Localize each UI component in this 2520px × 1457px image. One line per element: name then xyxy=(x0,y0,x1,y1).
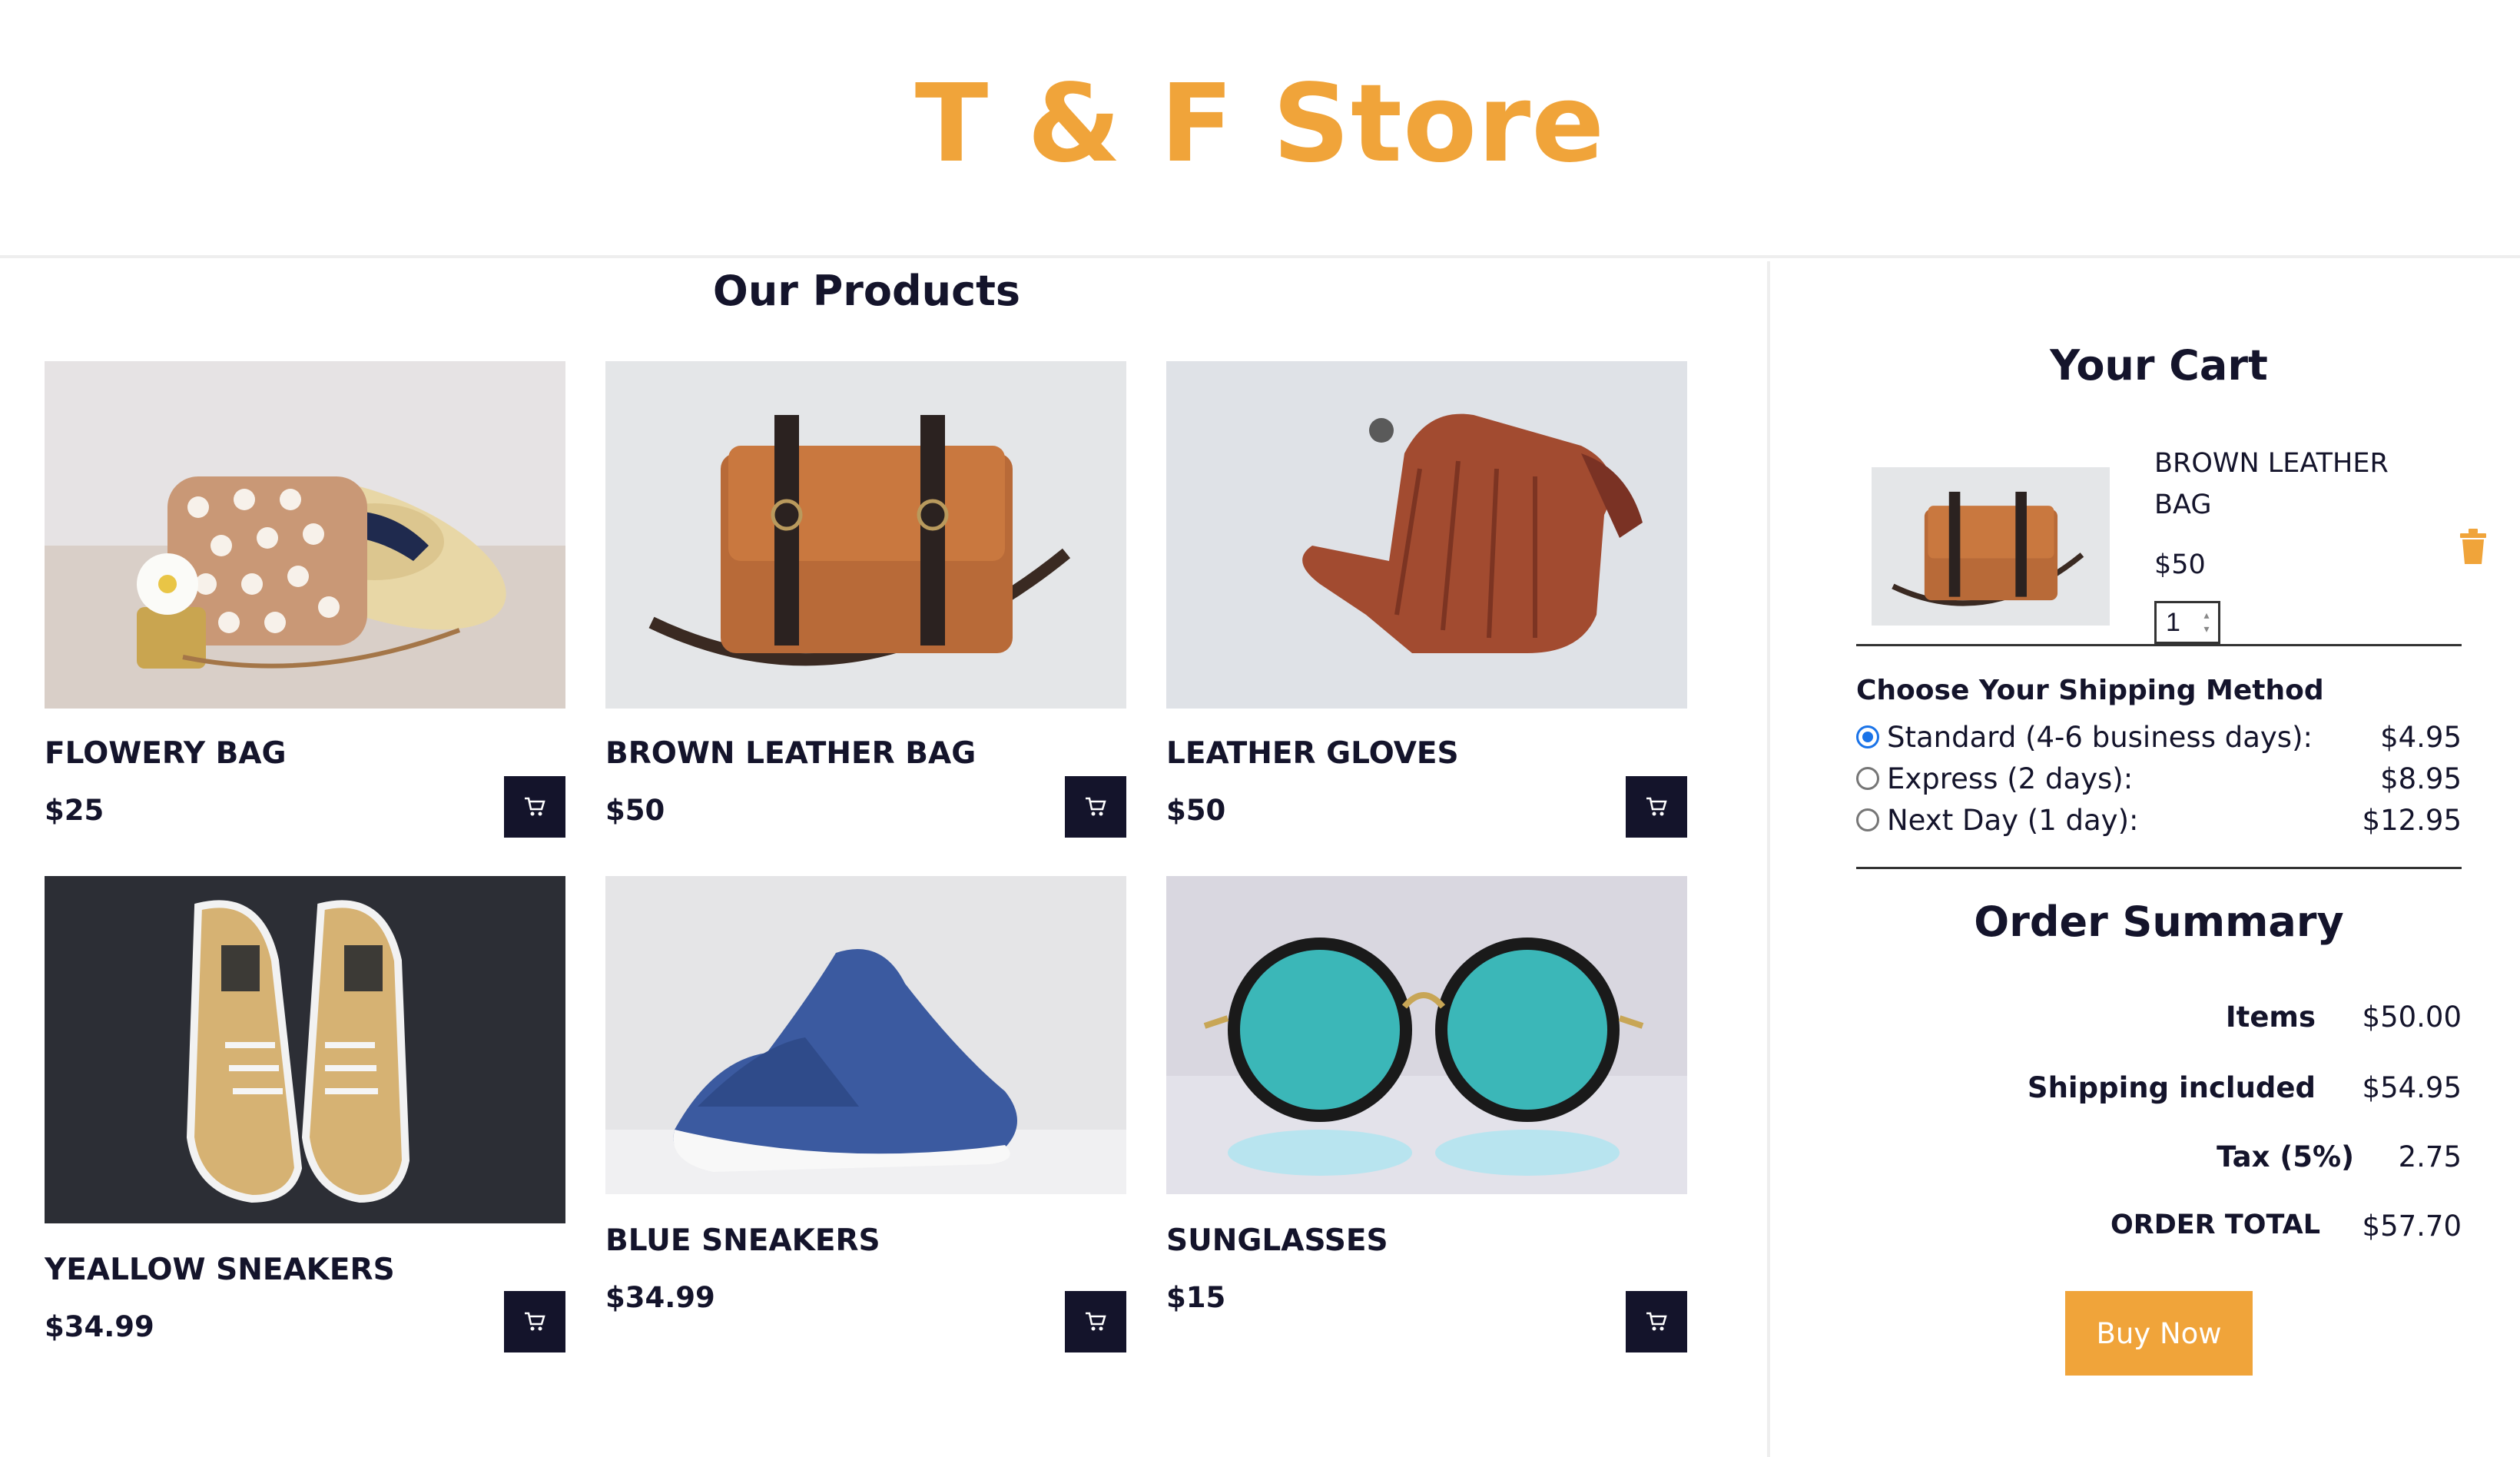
radio-button-selected[interactable] xyxy=(1856,725,1879,748)
product-card: LEATHER GLOVES $50 xyxy=(1166,361,1687,838)
product-image[interactable] xyxy=(605,876,1126,1194)
shipping-option-label: Next Day (1 day): xyxy=(1887,803,2139,837)
summary-row-total: ORDER TOTAL $57.70 xyxy=(1856,1210,2462,1256)
summary-value: 2.75 xyxy=(2398,1140,2462,1173)
summary-label: Shipping included xyxy=(2027,1071,2316,1104)
summary-label: ORDER TOTAL xyxy=(2110,1210,2320,1240)
product-card: BLUE SNEAKERS $34.99 xyxy=(605,876,1126,1352)
products-section: Our Products FLOWERY BAG $25 BROWN LEATH… xyxy=(0,261,1767,1457)
shipping-option-label: Express (2 days): xyxy=(1887,762,2134,795)
summary-row-shipping: Shipping included $54.95 xyxy=(1856,1071,2462,1117)
cart-item-price: $50 xyxy=(2154,549,2206,580)
radio-button[interactable] xyxy=(1856,767,1879,790)
cart-icon xyxy=(1086,1312,1106,1331)
cart-item-image xyxy=(1872,467,2110,626)
summary-label: Items xyxy=(2225,1001,2316,1034)
summary-value: $54.95 xyxy=(2362,1071,2462,1104)
add-to-cart-button[interactable] xyxy=(1626,776,1687,838)
cart-icon xyxy=(525,797,545,816)
product-name: BLUE SNEAKERS xyxy=(605,1223,880,1258)
products-heading: Our Products xyxy=(712,267,1021,315)
product-name: LEATHER GLOVES xyxy=(1166,736,1459,771)
cart-icon xyxy=(1086,797,1106,816)
product-price: $15 xyxy=(1166,1281,1226,1314)
cart-divider xyxy=(1856,644,2462,646)
store-title: T & F Store xyxy=(914,61,1606,187)
quantity-stepper[interactable]: 1 ▴ ▾ xyxy=(2154,601,2220,644)
radio-button[interactable] xyxy=(1856,808,1879,831)
order-summary-title: Order Summary xyxy=(1974,898,2344,946)
summary-label: Tax (5%) xyxy=(2217,1140,2354,1173)
summary-row-items: Items $50.00 xyxy=(1856,1001,2462,1047)
cart-title: Your Cart xyxy=(2050,341,2268,390)
product-name: BROWN LEATHER BAG xyxy=(605,736,976,771)
product-name: YEALLOW SNEAKERS xyxy=(45,1253,395,1287)
shipping-option-standard[interactable]: Standard (4-6 business days): $4.95 xyxy=(1856,716,2462,758)
summary-value: $50.00 xyxy=(2362,1001,2462,1034)
shipping-option-price: $12.95 xyxy=(2362,803,2462,837)
product-image[interactable] xyxy=(45,361,565,709)
product-price: $25 xyxy=(45,794,104,827)
add-to-cart-button[interactable] xyxy=(504,1291,565,1352)
cart-item-name: BROWN LEATHER BAG xyxy=(2154,448,2389,520)
product-image[interactable] xyxy=(605,361,1126,709)
product-price: $50 xyxy=(1166,794,1226,827)
product-name: SUNGLASSES xyxy=(1166,1223,1388,1258)
product-price: $50 xyxy=(605,794,665,827)
product-card: SUNGLASSES $15 xyxy=(1166,876,1687,1352)
buy-now-button[interactable]: Buy Now xyxy=(2065,1291,2253,1376)
shipping-option-next-day[interactable]: Next Day (1 day): $12.95 xyxy=(1856,799,2462,841)
add-to-cart-button[interactable] xyxy=(504,776,565,838)
trash-icon[interactable] xyxy=(2459,529,2488,564)
cart-panel: Your Cart BROWN LEATHER BAG $50 1 ▴ ▾ Cho… xyxy=(1770,261,2520,1457)
product-name: FLOWERY BAG xyxy=(45,736,287,771)
product-card: BROWN LEATHER BAG $50 xyxy=(605,361,1126,838)
shipping-title: Choose Your Shipping Method xyxy=(1856,675,2324,706)
shipping-option-price: $4.95 xyxy=(2380,720,2462,754)
product-image[interactable] xyxy=(45,876,565,1223)
summary-row-tax: Tax (5%) 2.75 xyxy=(1856,1140,2462,1187)
summary-value: $57.70 xyxy=(2362,1210,2462,1243)
product-card: YEALLOW SNEAKERS $34.99 xyxy=(45,876,565,1352)
spinner-arrows-icon[interactable]: ▴ ▾ xyxy=(2198,608,2215,639)
shipping-option-price: $8.95 xyxy=(2380,762,2462,795)
shipping-option-express[interactable]: Express (2 days): $8.95 xyxy=(1856,758,2462,799)
product-card: FLOWERY BAG $25 xyxy=(45,361,565,838)
shipping-option-label: Standard (4-6 business days): xyxy=(1887,720,2313,754)
shipping-divider xyxy=(1856,867,2462,869)
product-image[interactable] xyxy=(1166,876,1687,1194)
quantity-value: 1 xyxy=(2166,607,2180,637)
add-to-cart-button[interactable] xyxy=(1065,776,1126,838)
product-price: $34.99 xyxy=(605,1281,715,1314)
add-to-cart-button[interactable] xyxy=(1065,1291,1126,1352)
cart-icon xyxy=(525,1312,545,1331)
site-header: T & F Store xyxy=(0,0,2520,258)
product-image[interactable] xyxy=(1166,361,1687,709)
product-price: $34.99 xyxy=(45,1310,154,1343)
cart-icon xyxy=(1646,797,1667,816)
add-to-cart-button[interactable] xyxy=(1626,1291,1687,1352)
cart-icon xyxy=(1646,1312,1667,1331)
